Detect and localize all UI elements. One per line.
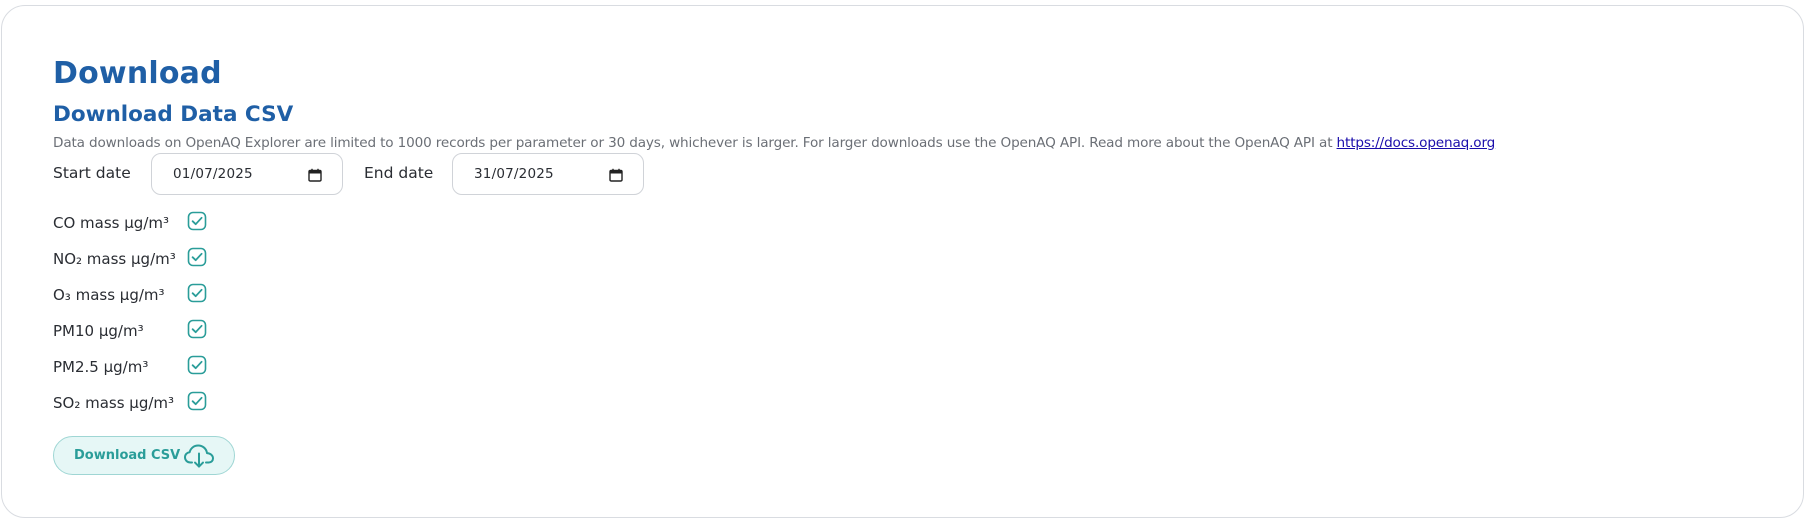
parameter-label: PM2.5 µg/m³ — [53, 358, 149, 376]
download-csv-label: Download CSV — [74, 448, 181, 463]
pm25-checkbox[interactable] — [187, 355, 207, 375]
parameter-label: NO₂ mass µg/m³ — [53, 250, 176, 268]
pm10-checkbox[interactable] — [187, 319, 207, 339]
parameter-label: SO₂ mass µg/m³ — [53, 394, 175, 412]
docs-link[interactable]: https://docs.openaq.org — [1337, 135, 1496, 151]
end-date-value: 31/07/2025 — [474, 166, 554, 182]
download-description: Data downloads on OpenAQ Explorer are li… — [53, 135, 1495, 152]
start-date-value: 01/07/2025 — [173, 166, 253, 182]
download-csv-button[interactable]: Download CSV — [53, 436, 235, 475]
o3-checkbox[interactable] — [187, 283, 207, 303]
page-title: Download — [53, 56, 222, 91]
end-date-label: End date — [364, 164, 434, 182]
end-date-input[interactable]: 31/07/2025 — [452, 153, 644, 195]
section-title: Download Data CSV — [53, 102, 294, 127]
calendar-icon[interactable] — [308, 168, 322, 182]
parameter-label: CO mass µg/m³ — [53, 214, 169, 232]
download-card: Download Download Data CSV Data download… — [1, 5, 1804, 518]
no2-checkbox[interactable] — [187, 247, 207, 267]
parameter-label: O₃ mass µg/m³ — [53, 286, 165, 304]
start-date-label: Start date — [53, 164, 131, 182]
co-checkbox[interactable] — [187, 211, 207, 231]
cloud-download-icon — [184, 444, 214, 468]
start-date-input[interactable]: 01/07/2025 — [151, 153, 343, 195]
parameter-label: PM10 µg/m³ — [53, 322, 144, 340]
description-text: Data downloads on OpenAQ Explorer are li… — [53, 135, 1337, 151]
so2-checkbox[interactable] — [187, 391, 207, 411]
calendar-icon[interactable] — [609, 168, 623, 182]
